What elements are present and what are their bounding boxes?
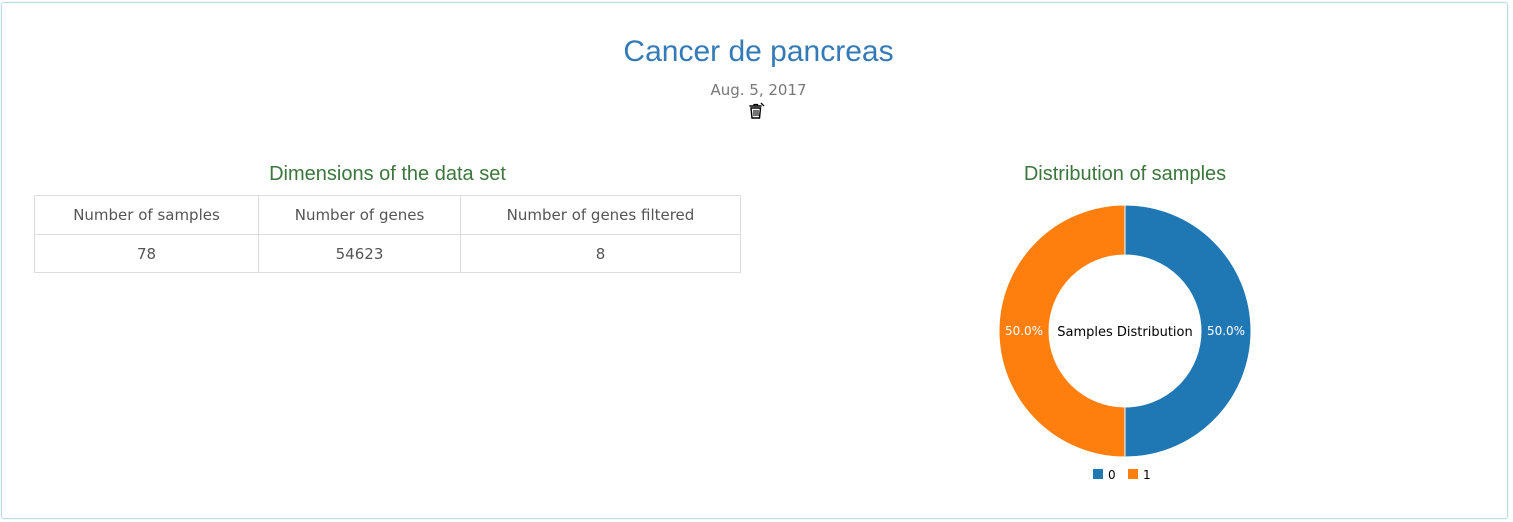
column-header-genes-filtered: Number of genes filtered bbox=[460, 195, 741, 235]
cell-samples: 78 bbox=[34, 234, 259, 273]
trash-icon[interactable] bbox=[746, 101, 766, 121]
table-row: 78 54623 8 bbox=[34, 234, 741, 273]
slice-label-1: 50.0% bbox=[1005, 324, 1043, 338]
donut-center-label: Samples Distribution bbox=[1057, 325, 1193, 340]
legend-label-0[interactable]: 0 bbox=[1108, 468, 1116, 482]
distribution-heading: Distribution of samples bbox=[1023, 163, 1227, 185]
table-header-row: Number of samples Number of genes Number… bbox=[34, 195, 741, 235]
column-header-samples: Number of samples bbox=[34, 195, 259, 235]
legend-swatch-1[interactable] bbox=[1128, 469, 1138, 479]
slice-label-0: 50.0% bbox=[1207, 324, 1245, 338]
dataset-date: Aug. 5, 2017 bbox=[710, 81, 807, 99]
dimensions-heading: Dimensions of the data set bbox=[269, 163, 506, 185]
cell-genes-filtered: 8 bbox=[460, 234, 741, 273]
cell-genes: 54623 bbox=[258, 234, 461, 273]
page-title: Cancer de pancreas bbox=[623, 35, 894, 68]
dimensions-table: Number of samples Number of genes Number… bbox=[34, 195, 741, 273]
legend-label-1[interactable]: 1 bbox=[1143, 468, 1151, 482]
legend-swatch-0[interactable] bbox=[1093, 469, 1103, 479]
samples-donut-chart: 50.0% 50.0% Samples Distribution 0 1 bbox=[998, 204, 1252, 482]
column-header-genes: Number of genes bbox=[258, 195, 461, 235]
dataset-panel: Cancer de pancreas Aug. 5, 2017 Dimensio… bbox=[1, 2, 1508, 519]
